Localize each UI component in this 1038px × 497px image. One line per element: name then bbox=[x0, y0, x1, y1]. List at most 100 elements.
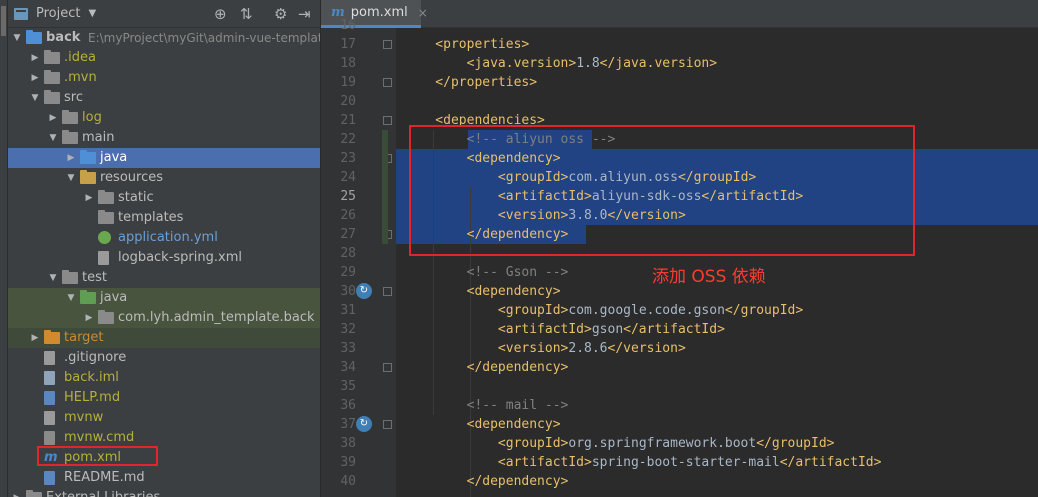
tree-item-templates[interactable]: templates bbox=[8, 208, 320, 228]
code-line[interactable]: <properties> bbox=[404, 35, 529, 54]
tree-item-gitignore[interactable]: .gitignore bbox=[8, 348, 320, 368]
chevron-right-icon[interactable]: ▶ bbox=[30, 328, 40, 348]
tree-item-logback-spring-xml[interactable]: logback-spring.xml bbox=[8, 248, 320, 268]
line-number: 16 bbox=[340, 18, 356, 33]
chevron-right-icon[interactable]: ▶ bbox=[30, 48, 40, 68]
line-number: 22 bbox=[340, 132, 356, 147]
tree-item-mvn[interactable]: ▶ .mvn bbox=[8, 68, 320, 88]
xml-tag: </artifactId> bbox=[623, 322, 725, 337]
chevron-right-icon[interactable]: ▶ bbox=[66, 148, 76, 168]
tree-item-label: application.yml bbox=[118, 230, 218, 245]
fold-marker-icon[interactable] bbox=[383, 116, 392, 125]
tree-item-java[interactable]: ▼ java bbox=[8, 288, 320, 308]
xml-tag: <dependency> bbox=[404, 151, 561, 166]
code-line[interactable]: <groupId>com.aliyun.oss</groupId> bbox=[404, 168, 756, 187]
code-line[interactable]: <artifactId>gson</artifactId> bbox=[404, 320, 725, 339]
chevron-right-icon[interactable]: ▶ bbox=[12, 488, 22, 497]
xml-tag: </groupId> bbox=[677, 170, 757, 185]
code-line[interactable]: <artifactId>aliyun-sdk-oss</artifactId> bbox=[404, 187, 803, 206]
code-line[interactable]: <dependencies> bbox=[404, 111, 545, 130]
tree-item-static[interactable]: ▶ static bbox=[8, 188, 320, 208]
fold-marker-icon[interactable] bbox=[383, 363, 392, 372]
code-line[interactable]: <groupId>org.springframework.boot</group… bbox=[404, 434, 835, 453]
chevron-down-icon[interactable]: ▼ bbox=[66, 168, 76, 188]
tree-item-help-md[interactable]: HELP.md bbox=[8, 388, 320, 408]
dependency-update-icon[interactable]: ↻ bbox=[356, 416, 372, 432]
chevron-down-icon[interactable]: ▼ bbox=[12, 28, 22, 48]
chevron-down-icon[interactable]: ▼ bbox=[88, 8, 96, 19]
tree-item-back-iml[interactable]: back.iml bbox=[8, 368, 320, 388]
dependency-update-icon[interactable]: ↻ bbox=[356, 283, 372, 299]
chevron-down-icon[interactable]: ▼ bbox=[30, 88, 40, 108]
code-line[interactable]: <groupId>com.google.code.gson</groupId> bbox=[404, 301, 803, 320]
chevron-right-icon[interactable]: ▶ bbox=[84, 308, 94, 328]
code-line[interactable]: <dependency> bbox=[404, 149, 561, 168]
code-line[interactable]: </properties> bbox=[404, 73, 537, 92]
fold-marker-icon[interactable] bbox=[383, 420, 392, 429]
line-number: 24 bbox=[340, 170, 356, 185]
xml-tag: </groupId> bbox=[724, 303, 804, 318]
tree-item-test[interactable]: ▼ test bbox=[8, 268, 320, 288]
tree-item-mvnw[interactable]: mvnw bbox=[8, 408, 320, 428]
xml-tag: <properties> bbox=[404, 37, 530, 52]
code-line[interactable]: <java.version>1.8</java.version> bbox=[404, 54, 717, 73]
xml-tag: <artifactId> bbox=[404, 189, 592, 204]
tree-item-mvnw-cmd[interactable]: mvnw.cmd bbox=[8, 428, 320, 448]
tool-window-strip[interactable] bbox=[0, 0, 8, 497]
line-number: 20 bbox=[340, 94, 356, 109]
code-line[interactable]: <artifactId>spring-boot-starter-mail</ar… bbox=[404, 453, 882, 472]
tree-item-back[interactable]: ▼ back E:\myProject\myGit\admin-vue-templa… bbox=[8, 28, 320, 48]
target-icon[interactable]: ⊕ bbox=[214, 5, 227, 23]
test-folder-icon bbox=[80, 290, 96, 304]
chevron-down-icon[interactable]: ▼ bbox=[48, 268, 58, 288]
code-line[interactable]: </dependency> bbox=[404, 472, 569, 491]
tree-item-log[interactable]: ▶ log bbox=[8, 108, 320, 128]
line-number: 28 bbox=[340, 246, 356, 261]
tree-item-target[interactable]: ▶ target bbox=[8, 328, 320, 348]
collapse-icon[interactable]: ⇅ bbox=[240, 5, 253, 23]
tree-item-java[interactable]: ▶ java bbox=[8, 148, 320, 168]
tree-item-readme-md[interactable]: README.md bbox=[8, 468, 320, 488]
fold-marker-icon[interactable] bbox=[383, 78, 392, 87]
close-icon[interactable]: × bbox=[418, 6, 428, 20]
fold-marker-icon[interactable] bbox=[383, 287, 392, 296]
project-view-title[interactable]: Project bbox=[36, 6, 80, 21]
chevron-down-icon[interactable]: ▼ bbox=[48, 128, 58, 148]
xml-tag: <dependency> bbox=[404, 417, 561, 432]
code-line[interactable]: <!-- mail --> bbox=[404, 396, 569, 415]
code-line[interactable]: <!-- Gson --> bbox=[404, 263, 569, 282]
fold-marker-icon[interactable] bbox=[383, 40, 392, 49]
project-tree[interactable]: ▼ back E:\myProject\myGit\admin-vue-templa… bbox=[8, 28, 320, 497]
tree-item-application-yml[interactable]: application.yml bbox=[8, 228, 320, 248]
code-line[interactable]: <version>2.8.6</version> bbox=[404, 339, 686, 358]
vcs-added-marker[interactable] bbox=[382, 130, 388, 244]
tree-item-pom-xml[interactable]: m pom.xml bbox=[8, 448, 320, 468]
tree-item-external-libraries[interactable]: ▶ External Libraries bbox=[8, 488, 320, 497]
code-line[interactable]: <!-- aliyun oss --> bbox=[404, 130, 616, 149]
code-line[interactable]: <dependency> bbox=[404, 282, 561, 301]
chevron-right-icon[interactable]: ▶ bbox=[48, 108, 58, 128]
tag-value: com.aliyun.oss bbox=[568, 170, 678, 185]
tag-value: aliyun-sdk-oss bbox=[591, 189, 702, 204]
code-line[interactable]: </dependency> bbox=[404, 358, 569, 377]
project-tool-tab[interactable] bbox=[1, 6, 6, 36]
tree-item-idea[interactable]: ▶ .idea bbox=[8, 48, 320, 68]
chevron-right-icon[interactable]: ▶ bbox=[84, 188, 94, 208]
line-number: 25 bbox=[340, 189, 356, 204]
maven-file-icon: m bbox=[44, 450, 58, 465]
chevron-right-icon[interactable]: ▶ bbox=[30, 68, 40, 88]
code-line[interactable]: <version>3.8.0</version> bbox=[404, 206, 686, 225]
chevron-down-icon[interactable]: ▼ bbox=[66, 288, 76, 308]
tree-item-com-lyh-admin-template-back[interactable]: ▶ com.lyh.admin_template.back bbox=[8, 308, 320, 328]
code-line[interactable]: <dependency> bbox=[404, 415, 561, 434]
gear-icon[interactable]: ⚙ bbox=[274, 5, 287, 23]
xml-tag: </dependency> bbox=[404, 227, 569, 242]
tree-item-src[interactable]: ▼ src bbox=[8, 88, 320, 108]
tree-item-main[interactable]: ▼ main bbox=[8, 128, 320, 148]
editor-area[interactable]: m pom.xml × 16 17 18 19 20 21 22 23 24 25 26 27 28 29… bbox=[321, 0, 1038, 497]
code-comment: <!-- Gson --> bbox=[404, 265, 569, 280]
code-line[interactable]: </dependency> bbox=[404, 225, 569, 244]
hide-icon[interactable]: ⇥ bbox=[298, 5, 311, 23]
editor-gutter[interactable]: 16 17 18 19 20 21 22 23 24 25 26 27 28 29 30 31 32 33 34 35… bbox=[321, 18, 396, 497]
tree-item-resources[interactable]: ▼ resources bbox=[8, 168, 320, 188]
